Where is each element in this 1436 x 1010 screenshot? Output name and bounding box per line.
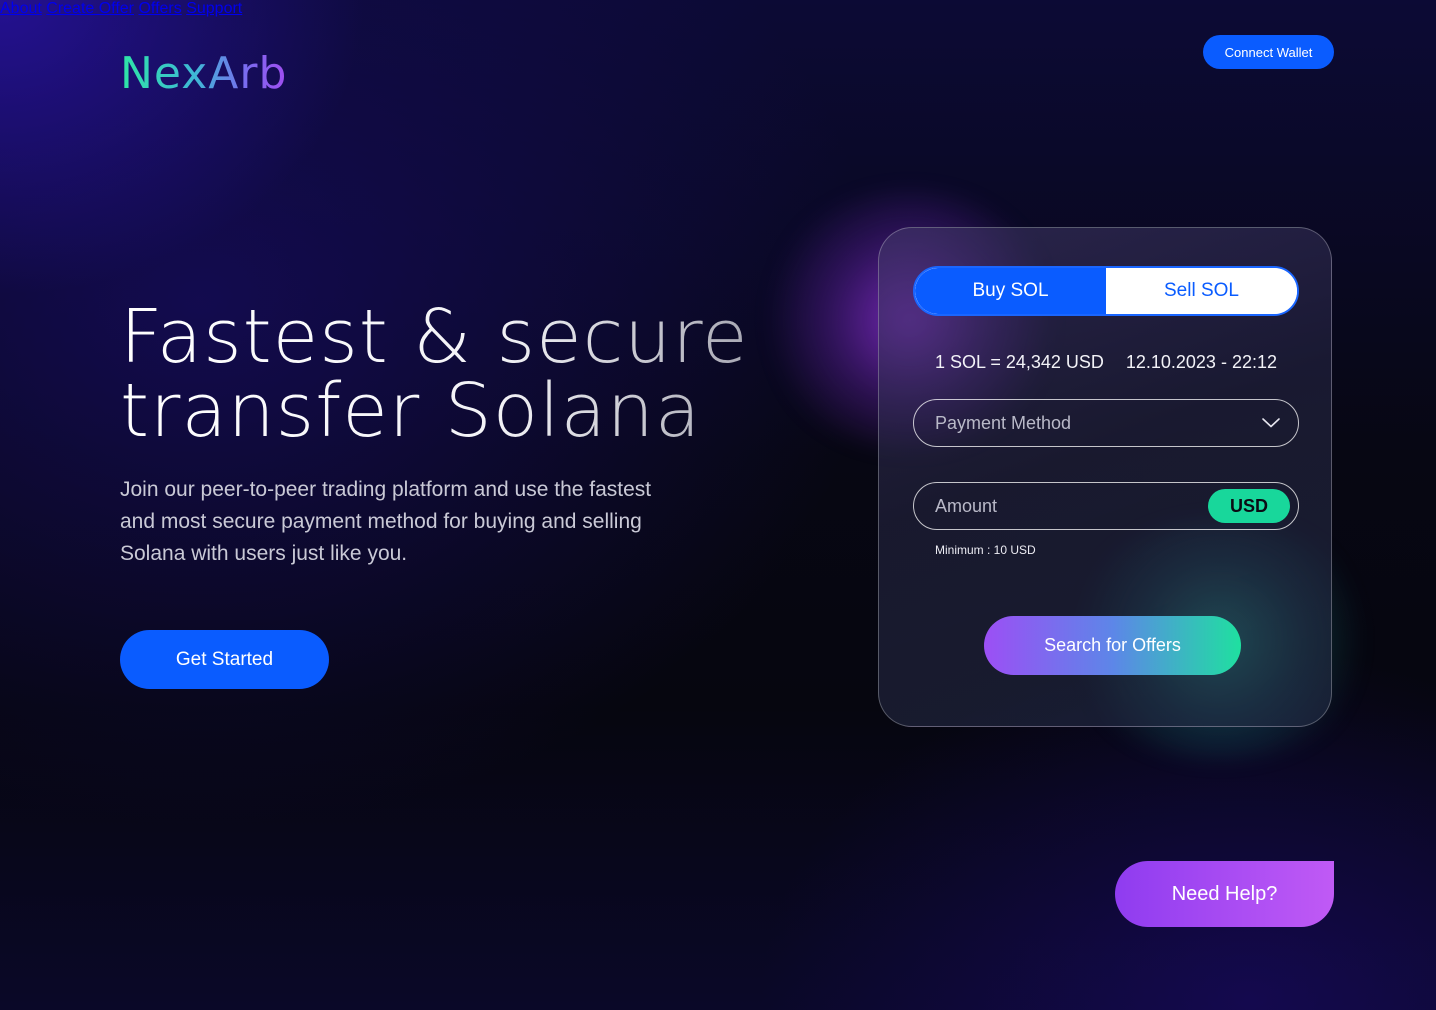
trade-card: Buy SOL Sell SOL 1 SOL = 24,342 USD 12.1…: [878, 227, 1332, 727]
currency-selector[interactable]: USD: [1208, 489, 1290, 523]
tab-sell-sol[interactable]: Sell SOL: [1106, 268, 1297, 314]
search-offers-button[interactable]: Search for Offers: [984, 616, 1241, 675]
nav-item-create-offer[interactable]: Create Offer: [46, 0, 134, 17]
hero-subtitle: Join our peer-to-peer trading platform a…: [120, 478, 652, 565]
minimum-amount-note: Minimum : 10 USD: [935, 543, 1036, 557]
rate-datetime: 12.10.2023 - 22:12: [1125, 352, 1277, 372]
need-help-button[interactable]: Need Help?: [1115, 861, 1334, 927]
hero-title: Fastest & secure transfer Solana: [120, 300, 749, 448]
payment-method-placeholder: Payment Method: [935, 412, 1072, 433]
payment-method-select[interactable]: Payment Method: [913, 399, 1299, 447]
tab-buy-sol[interactable]: Buy SOL: [915, 268, 1106, 314]
rate-row: 1 SOL = 24,342 USD 12.10.2023 - 22:12: [935, 352, 1277, 373]
nav-item-about[interactable]: About: [0, 0, 42, 17]
connect-wallet-button[interactable]: Connect Wallet: [1203, 35, 1334, 69]
hero-title-line-1: Fastest & secure: [120, 294, 749, 380]
get-started-button[interactable]: Get Started: [120, 630, 329, 689]
hero-title-line-2: transfer Solana: [120, 368, 702, 454]
nav-item-offers[interactable]: Offers: [138, 0, 181, 17]
amount-placeholder: Amount: [935, 495, 998, 516]
amount-input[interactable]: Amount USD: [913, 482, 1299, 530]
exchange-rate: 1 SOL = 24,342 USD: [935, 352, 1104, 372]
buy-sell-toggle: Buy SOL Sell SOL: [913, 266, 1299, 316]
main-nav: About Create Offer Offers Support: [0, 0, 1436, 18]
brand-logo[interactable]: NexArb: [120, 52, 287, 96]
chevron-down-icon: [1260, 412, 1282, 434]
nav-item-support[interactable]: Support: [186, 0, 242, 17]
